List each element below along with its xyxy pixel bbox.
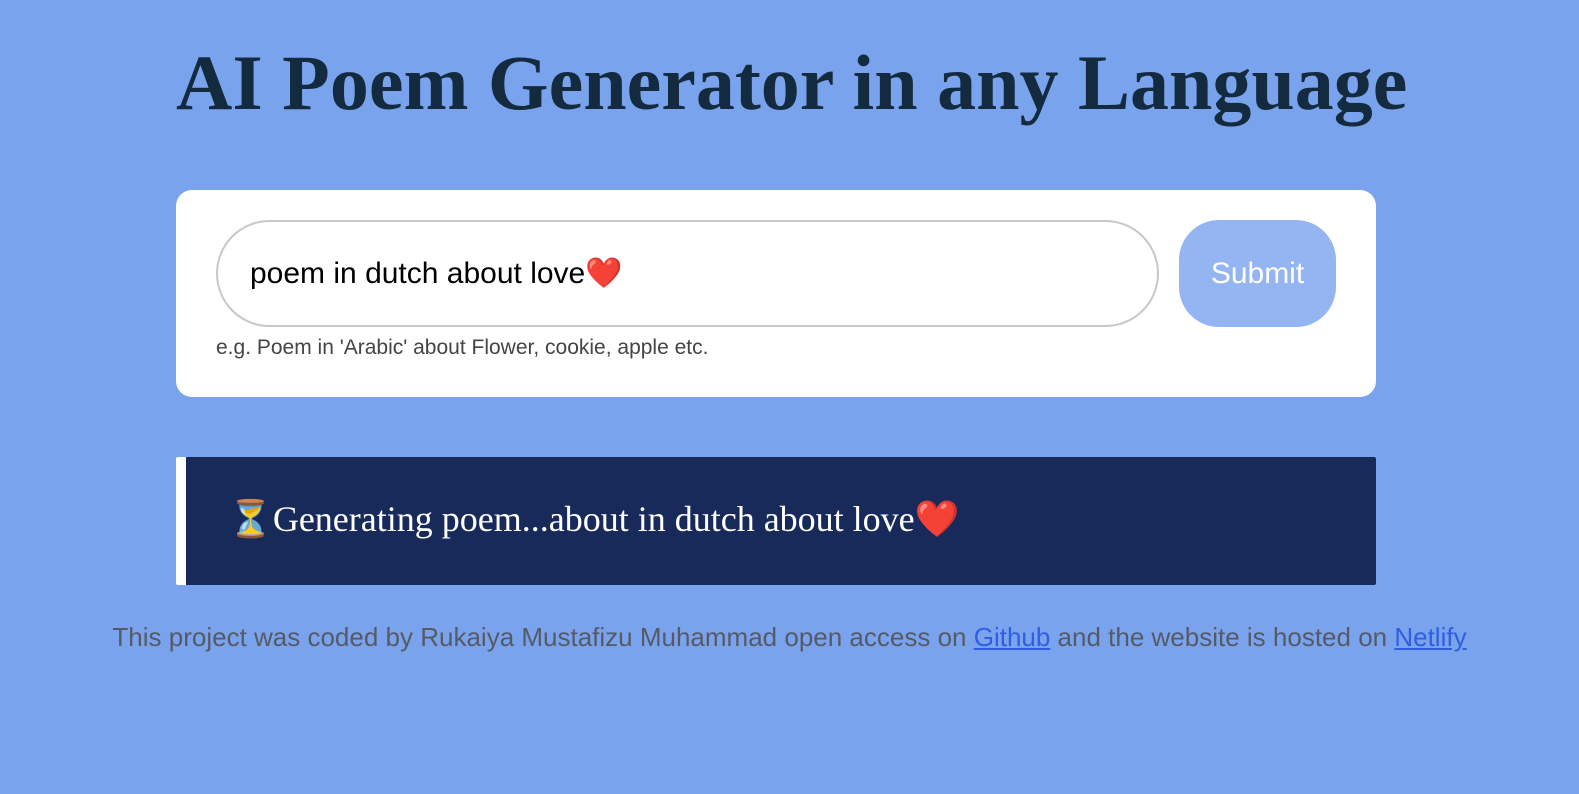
netlify-link[interactable]: Netlify [1394, 622, 1466, 652]
poem-status: ⏳Generating poem...about in dutch about … [228, 495, 959, 543]
poem-result-box: ⏳Generating poem...about in dutch about … [176, 457, 1376, 585]
footer: This project was coded by Rukaiya Mustaf… [0, 622, 1579, 653]
page: AI Poem Generator in any Language Submit… [0, 0, 1579, 794]
page-title: AI Poem Generator in any Language [176, 39, 1408, 126]
footer-text-middle: and the website is hosted on [1050, 622, 1395, 652]
poem-form: Submit e.g. Poem in 'Arabic' about Flowe… [176, 190, 1376, 397]
poem-status-text: Generating poem...about in dutch about l… [272, 499, 960, 539]
input-hint: e.g. Poem in 'Arabic' about Flower, cook… [216, 336, 709, 359]
submit-button[interactable]: Submit [1179, 220, 1336, 327]
footer-text-prefix: This project was coded by Rukaiya Mustaf… [112, 622, 974, 652]
poem-prompt-input[interactable] [216, 220, 1159, 327]
hourglass-icon: ⏳ [228, 499, 273, 539]
github-link[interactable]: Github [974, 622, 1051, 652]
